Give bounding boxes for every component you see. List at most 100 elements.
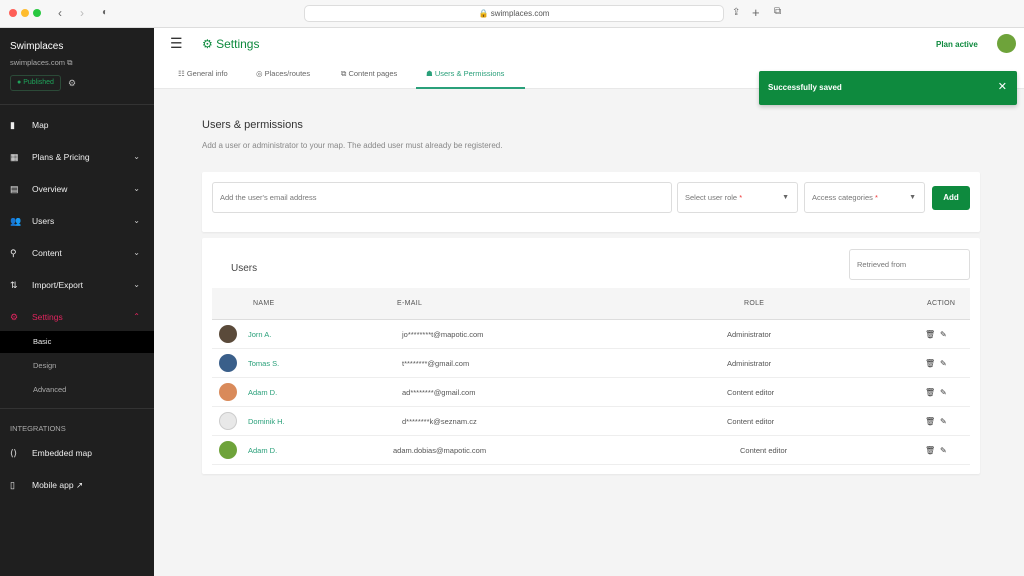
menu-icon[interactable]: ☰: [170, 35, 183, 52]
tab-users-permissions[interactable]: ☗ Users & Permissions: [416, 60, 525, 89]
sidebar-item-settings[interactable]: ⚙ Settings ⌃: [0, 304, 154, 330]
edit-icon[interactable]: ✎: [940, 320, 947, 349]
column-header-action: ACTION: [927, 300, 956, 307]
edit-icon[interactable]: ✎: [940, 407, 947, 436]
sidebar-item-content[interactable]: ⚲ Content ⌄: [0, 240, 154, 266]
user-name[interactable]: Dominik H.: [248, 407, 285, 436]
plan-status[interactable]: Plan active: [936, 40, 978, 49]
section-title: Users & permissions: [202, 119, 303, 131]
gear-icon: ⚙: [202, 37, 213, 51]
toast-message: Successfully saved: [768, 83, 842, 92]
published-badge[interactable]: ● Published: [10, 75, 61, 91]
email-input[interactable]: Add the user's email address: [212, 182, 672, 213]
sidebar-item-map[interactable]: ▮ Map: [0, 112, 154, 138]
user-role: Content editor: [727, 388, 775, 397]
user-role: Administrator: [727, 330, 772, 339]
minimize-window-button[interactable]: [21, 9, 29, 17]
sidebar-item-embedded-map[interactable]: ⟨⟩ Embedded map: [0, 440, 154, 466]
users-title: Users: [231, 263, 258, 274]
sidebar: Swimplaces swimplaces.com ⧉ ● Published …: [0, 28, 154, 576]
sidebar-subitem-design[interactable]: Design: [0, 355, 154, 377]
copy-icon: ⧉: [341, 69, 347, 78]
top-header: ☰ ⚙ Settings Plan active: [154, 28, 1024, 60]
forward-icon[interactable]: ›: [80, 6, 84, 20]
chevron-down-icon: ⌄: [133, 184, 140, 193]
sidebar-item-overview[interactable]: ▤ Overview ⌄: [0, 176, 154, 202]
column-header-name[interactable]: NAME: [253, 288, 274, 320]
sidebar-subitem-basic[interactable]: Basic: [0, 331, 154, 353]
share-icon[interactable]: ⇪: [732, 7, 740, 18]
embed-icon: ⟨⟩: [10, 448, 18, 458]
user-name[interactable]: Jorn A.: [248, 320, 271, 349]
integrations-heading: INTEGRATIONS: [10, 424, 66, 433]
user-role: Content editor: [727, 417, 775, 426]
divider: [0, 104, 154, 105]
back-icon[interactable]: ‹: [58, 6, 62, 20]
sidebar-item-plans-pricing[interactable]: ▦ Plans & Pricing ⌄: [0, 144, 154, 170]
project-name: Swimplaces: [10, 41, 64, 52]
sidebar-item-users[interactable]: 👥 Users ⌄: [0, 208, 154, 234]
user-name[interactable]: Adam D.: [248, 378, 277, 407]
edit-icon[interactable]: ✎: [940, 436, 947, 465]
delete-icon[interactable]: 🗑: [925, 407, 935, 436]
column-header-email[interactable]: E-MAIL: [397, 288, 422, 320]
map-icon: ▮: [10, 120, 15, 130]
pin-icon: ◎: [256, 69, 263, 78]
add-button[interactable]: Add: [932, 186, 970, 210]
user-email: t********@gmail.com: [402, 359, 470, 368]
delete-icon[interactable]: 🗑: [925, 320, 935, 349]
address-bar[interactable]: 🔒 swimplaces.com: [304, 5, 724, 22]
caret-down-icon: ▼: [782, 194, 789, 201]
tab-places-routes[interactable]: ◎ Places/routes: [256, 60, 310, 89]
users-icon: 👥: [10, 216, 22, 226]
chevron-down-icon: ⌄: [133, 152, 140, 161]
delete-icon[interactable]: 🗑: [925, 436, 935, 465]
success-toast: Successfully saved ✕: [759, 71, 1017, 105]
delete-icon[interactable]: 🗑: [925, 349, 935, 378]
edit-icon[interactable]: ✎: [940, 349, 947, 378]
caret-down-icon: ▼: [909, 194, 916, 201]
user-lock-icon: ☗: [426, 69, 433, 78]
avatar: [219, 383, 237, 401]
access-categories-select[interactable]: Access categories * ▼: [804, 182, 925, 213]
tabs-overview-icon[interactable]: ⧉: [774, 6, 781, 17]
copy-icon[interactable]: ⧉: [67, 58, 72, 67]
shield-icon[interactable]: ◐: [102, 7, 108, 18]
chevron-down-icon: ⌄: [133, 216, 140, 225]
user-name[interactable]: Tomas S.: [248, 349, 279, 378]
grid-icon: ▦: [10, 152, 19, 162]
close-icon[interactable]: ✕: [998, 80, 1007, 93]
sidebar-item-import-export[interactable]: ⇅ Import/Export ⌄: [0, 272, 154, 298]
user-role-select[interactable]: Select user role * ▼: [677, 182, 798, 213]
table-row: Tomas S. t********@gmail.com Administrat…: [212, 349, 970, 378]
page-title: ⚙ Settings: [202, 37, 260, 51]
chevron-down-icon: ⌄: [133, 280, 140, 289]
pin-icon: ⚲: [10, 248, 17, 258]
close-window-button[interactable]: [9, 9, 17, 17]
project-domain: swimplaces.com ⧉: [10, 58, 73, 67]
table-header: NAME E-MAIL ROLE ACTION: [212, 288, 970, 320]
column-header-role[interactable]: ROLE: [744, 288, 764, 320]
avatar: [219, 412, 237, 430]
edit-icon[interactable]: ✎: [940, 378, 947, 407]
section-description: Add a user or administrator to your map.…: [202, 141, 503, 150]
chevron-up-icon: ⌃: [133, 312, 140, 321]
retrieved-from-input[interactable]: Retrieved from: [849, 249, 970, 280]
sidebar-item-mobile-app[interactable]: ▯ Mobile app ↗: [0, 472, 154, 498]
avatar: [219, 354, 237, 372]
sidebar-subitem-advanced[interactable]: Advanced: [0, 379, 154, 401]
user-name[interactable]: Adam D.: [248, 436, 277, 465]
table-row: Adam D. ad********@gmail.com Content edi…: [212, 378, 970, 407]
table-row: Dominik H. d********k@seznam.cz Content …: [212, 407, 970, 436]
tab-content-pages[interactable]: ⧉ Content pages: [341, 60, 397, 89]
delete-icon[interactable]: 🗑: [925, 378, 935, 407]
sliders-icon: ☷: [178, 69, 185, 78]
table-row: Jorn A. jo********t@mapotic.com Administ…: [212, 320, 970, 349]
tab-general-info[interactable]: ☷ General info: [178, 60, 228, 89]
new-tab-icon[interactable]: +: [752, 5, 760, 20]
user-email: d********k@seznam.cz: [402, 417, 477, 426]
maximize-window-button[interactable]: [33, 9, 41, 17]
user-email: jo********t@mapotic.com: [402, 330, 484, 339]
gear-icon[interactable]: ⚙: [68, 78, 76, 89]
avatar[interactable]: [997, 34, 1016, 53]
